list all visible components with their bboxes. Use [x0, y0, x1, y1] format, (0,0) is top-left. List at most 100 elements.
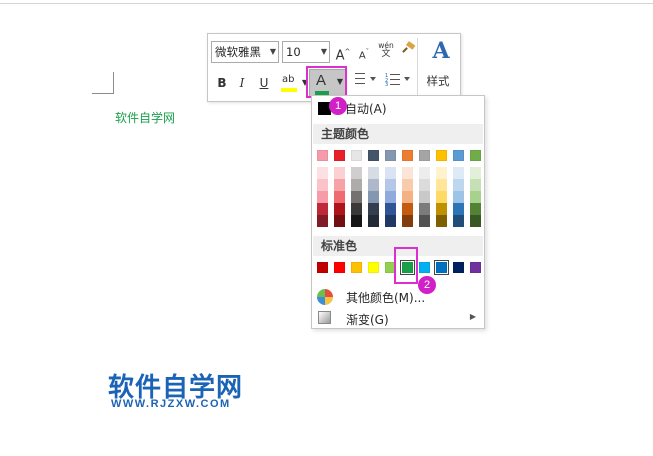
theme-shade-swatch[interactable] — [317, 191, 328, 203]
font-name-value: 微软雅黑 — [215, 45, 261, 59]
font-color-menu: 自动(A) 主题颜色 标准色 其他颜色(M)... 渐变(G) ▶ — [311, 95, 485, 329]
theme-shade-swatch[interactable] — [402, 191, 413, 203]
theme-shade-swatch[interactable] — [419, 167, 430, 179]
theme-color-swatch[interactable] — [317, 150, 328, 161]
color-wheel-icon — [317, 289, 333, 305]
theme-shade-swatch[interactable] — [351, 215, 362, 227]
theme-shade-swatch[interactable] — [436, 179, 447, 191]
theme-shade-swatch[interactable] — [334, 215, 345, 227]
highlight-frame-selected-color — [394, 247, 418, 284]
theme-shade-swatch[interactable] — [368, 167, 379, 179]
font-name-dropdown[interactable]: 微软雅黑 ▼ — [211, 41, 279, 63]
italic-button[interactable]: I — [233, 72, 251, 94]
bold-button[interactable]: B — [213, 72, 231, 94]
styles-button-label[interactable]: 样式 — [421, 73, 455, 89]
theme-color-swatch[interactable] — [368, 150, 379, 161]
standard-color-swatch[interactable] — [317, 262, 328, 273]
format-painter-button[interactable] — [399, 41, 417, 63]
theme-color-swatch[interactable] — [436, 150, 447, 161]
shrink-font-button[interactable]: Aˇ — [355, 41, 373, 63]
standard-color-swatch[interactable] — [351, 262, 362, 273]
theme-shade-swatch[interactable] — [470, 167, 481, 179]
theme-shade-swatch[interactable] — [470, 191, 481, 203]
theme-color-swatch[interactable] — [334, 150, 345, 161]
theme-color-swatch[interactable] — [453, 150, 464, 161]
shrink-font-icon: A — [358, 50, 366, 62]
theme-shade-swatch[interactable] — [334, 179, 345, 191]
theme-shade-swatch[interactable] — [470, 179, 481, 191]
step-badge-2: 2 — [418, 276, 436, 294]
phonetic-guide-button[interactable]: wén 文 — [375, 38, 397, 60]
theme-shade-swatch[interactable] — [385, 179, 396, 191]
theme-shade-swatch[interactable] — [317, 167, 328, 179]
menu-item-more-colors[interactable]: 其他颜色(M)... — [312, 286, 484, 308]
theme-shade-swatch[interactable] — [317, 215, 328, 227]
standard-color-swatch[interactable] — [334, 262, 345, 273]
theme-shade-swatch[interactable] — [436, 191, 447, 203]
theme-shade-swatch[interactable] — [368, 203, 379, 215]
theme-color-swatch[interactable] — [402, 150, 413, 161]
underline-button[interactable]: U — [255, 72, 273, 94]
theme-shade-swatch[interactable] — [351, 191, 362, 203]
theme-shade-swatch[interactable] — [317, 203, 328, 215]
theme-shade-swatch[interactable] — [385, 167, 396, 179]
bullets-button[interactable] — [353, 72, 379, 94]
theme-shade-swatch[interactable] — [351, 203, 362, 215]
theme-shade-swatch[interactable] — [419, 215, 430, 227]
grow-font-icon: A — [335, 48, 345, 64]
highlight-frame-font-color — [306, 66, 347, 98]
numbering-button[interactable]: 123 — [383, 72, 413, 94]
theme-shade-swatch[interactable] — [351, 167, 362, 179]
theme-color-swatch[interactable] — [351, 150, 362, 161]
theme-shade-swatch[interactable] — [317, 179, 328, 191]
gradient-label: 渐变(G) — [346, 313, 389, 327]
theme-shade-swatch[interactable] — [385, 191, 396, 203]
theme-shade-column — [317, 167, 328, 227]
theme-shade-swatch[interactable] — [419, 179, 430, 191]
styles-icon[interactable]: A — [426, 38, 456, 68]
grow-font-caret: ^ — [344, 48, 351, 56]
document-selected-text[interactable]: 软件自学网 — [115, 109, 175, 126]
theme-shade-swatch[interactable] — [470, 203, 481, 215]
theme-shade-swatch[interactable] — [402, 179, 413, 191]
theme-shade-swatch[interactable] — [334, 203, 345, 215]
theme-shade-swatch[interactable] — [453, 191, 464, 203]
theme-shade-swatch[interactable] — [368, 191, 379, 203]
theme-shade-swatch[interactable] — [402, 203, 413, 215]
theme-shade-swatch[interactable] — [470, 215, 481, 227]
standard-color-swatch[interactable] — [453, 262, 464, 273]
theme-shade-swatch[interactable] — [436, 203, 447, 215]
theme-color-swatch[interactable] — [419, 150, 430, 161]
theme-shade-swatch[interactable] — [368, 215, 379, 227]
theme-shade-swatch[interactable] — [334, 191, 345, 203]
standard-color-swatch[interactable] — [419, 262, 430, 273]
theme-shade-swatch[interactable] — [385, 203, 396, 215]
theme-shade-swatch[interactable] — [402, 167, 413, 179]
standard-color-swatch[interactable] — [434, 260, 449, 275]
theme-color-swatch[interactable] — [385, 150, 396, 161]
theme-shade-swatch[interactable] — [419, 203, 430, 215]
menu-item-gradient[interactable]: 渐变(G) ▶ — [312, 308, 484, 330]
theme-shade-swatch[interactable] — [334, 167, 345, 179]
theme-color-swatch[interactable] — [470, 150, 481, 161]
theme-shade-swatch[interactable] — [453, 167, 464, 179]
standard-color-swatch[interactable] — [470, 262, 481, 273]
chevron-right-icon: ▶ — [469, 312, 476, 321]
highlight-button[interactable]: ab ▼ — [278, 72, 308, 94]
phonetic-guide-char: 文 — [381, 49, 391, 59]
theme-shade-swatch[interactable] — [351, 179, 362, 191]
theme-shade-column — [419, 167, 430, 227]
theme-shade-swatch[interactable] — [453, 215, 464, 227]
theme-shade-swatch[interactable] — [368, 179, 379, 191]
font-size-dropdown[interactable]: 10 ▼ — [282, 41, 330, 63]
theme-shade-swatch[interactable] — [453, 179, 464, 191]
standard-color-swatch[interactable] — [368, 262, 379, 273]
theme-shade-swatch[interactable] — [453, 203, 464, 215]
theme-shade-swatch[interactable] — [385, 215, 396, 227]
grow-font-button[interactable]: A^ — [334, 41, 352, 63]
theme-shade-swatch[interactable] — [419, 191, 430, 203]
theme-shade-swatch[interactable] — [436, 167, 447, 179]
numbered-list-icon: 123 — [385, 73, 410, 88]
theme-shade-swatch[interactable] — [402, 215, 413, 227]
theme-shade-swatch[interactable] — [436, 215, 447, 227]
